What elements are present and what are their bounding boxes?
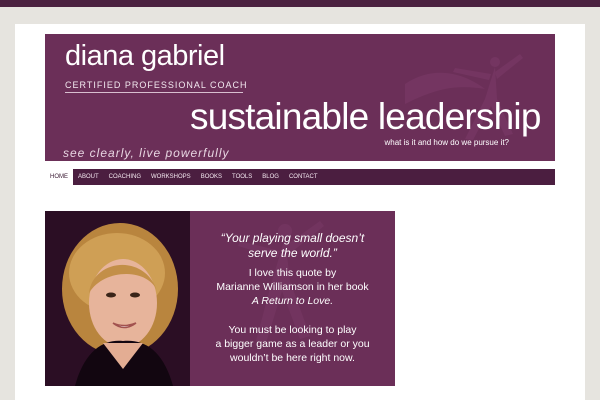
nav-item-contact[interactable]: CONTACT <box>284 169 323 185</box>
highlight-quote: “Your playing small doesn’t serve the wo… <box>190 231 395 261</box>
nav-item-about[interactable]: ABOUT <box>73 169 104 185</box>
header-banner: diana gabriel CERTIFIED PROFESSIONAL COA… <box>45 34 555 165</box>
quote-attribution: I love this quote by Marianne Williamson… <box>190 266 395 308</box>
quote-panel: “Your playing small doesn’t serve the wo… <box>190 211 395 386</box>
banner-headline: sustainable leadership <box>190 96 541 137</box>
portrait-illustration <box>45 211 190 386</box>
banner-divider <box>45 161 555 165</box>
brand-tagline: see clearly, live powerfully <box>63 146 230 160</box>
cta-line: a bigger game as a leader or you <box>215 338 370 350</box>
cta-line: You must be looking to play <box>228 324 357 336</box>
book-title: A Return to Love. <box>251 295 334 307</box>
portrait-photo <box>45 211 190 386</box>
attribution-line: I love this quote by <box>248 267 337 279</box>
main-nav: HOME ABOUT COACHING WORKSHOPS BOOKS TOOL… <box>45 169 555 185</box>
quote-line: serve the world.” <box>248 246 337 260</box>
quote-line: “Your playing small doesn’t <box>220 231 365 245</box>
attribution-line: Marianne Williamson in her book <box>216 281 369 293</box>
top-accent-bar <box>0 0 600 7</box>
feature-panel: “Your playing small doesn’t serve the wo… <box>45 211 395 386</box>
cta-line: wouldn’t be here right now. <box>230 352 355 364</box>
brand-name[interactable]: diana gabriel <box>65 40 225 73</box>
banner-subheadline: what is it and how do we pursue it? <box>384 138 509 147</box>
call-to-action-text: You must be looking to play a bigger gam… <box>190 323 395 365</box>
nav-item-tools[interactable]: TOOLS <box>227 169 257 185</box>
nav-item-workshops[interactable]: WORKSHOPS <box>146 169 196 185</box>
nav-item-blog[interactable]: BLOG <box>257 169 284 185</box>
nav-item-coaching[interactable]: COACHING <box>104 169 146 185</box>
nav-item-home[interactable]: HOME <box>45 169 73 185</box>
brand-subtitle: CERTIFIED PROFESSIONAL COACH <box>65 80 248 90</box>
nav-item-books[interactable]: BOOKS <box>196 169 227 185</box>
brand-divider <box>65 92 243 93</box>
